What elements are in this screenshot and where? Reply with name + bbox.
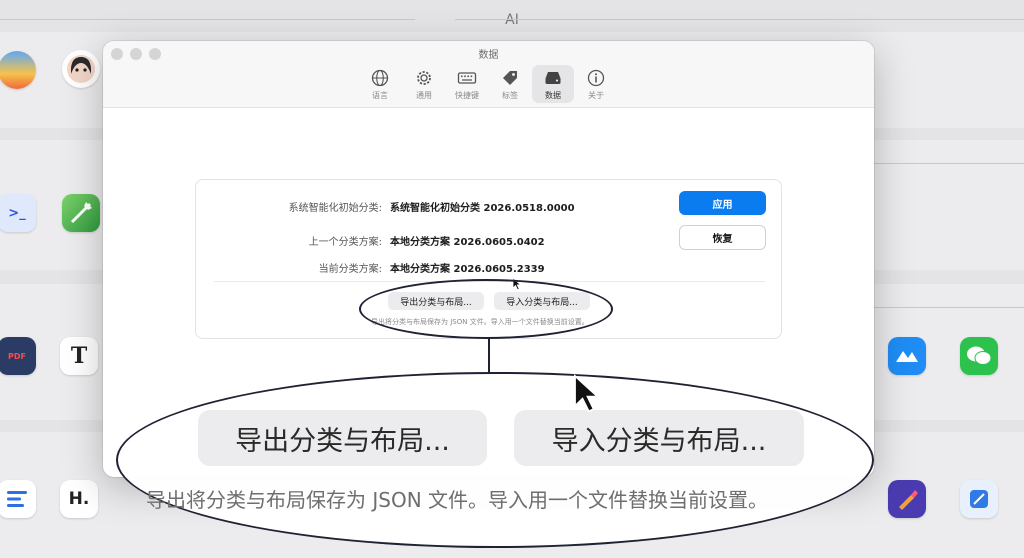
wechat-app-icon[interactable] <box>960 337 998 375</box>
info-icon <box>587 69 605 87</box>
xcode-app-icon[interactable] <box>960 480 998 518</box>
gear-icon <box>417 71 431 85</box>
title-bar: 数据 语言 通用 快捷键 标签 数据 关于 <box>103 41 874 108</box>
tab-label: 标签 <box>502 91 518 100</box>
tab-label: 数据 <box>545 91 561 100</box>
tab-label: 关于 <box>588 91 604 100</box>
tab-about[interactable]: 关于 <box>575 65 617 103</box>
avatar-app-icon[interactable] <box>62 50 100 88</box>
drive-icon <box>545 72 561 84</box>
restore-button[interactable]: 恢复 <box>679 225 766 250</box>
window-title: 数据 <box>478 50 499 61</box>
tag-icon <box>503 71 517 85</box>
callout-connector <box>488 338 490 374</box>
zoomed-mouse-pointer-icon <box>574 373 601 413</box>
tab-language[interactable]: 语言 <box>359 65 401 103</box>
h-app-icon[interactable]: H. <box>60 480 98 518</box>
initial-classification-value: 系统智能化初始分类 2026.0518.0000 <box>390 203 575 214</box>
zoomed-import-layout-button[interactable]: 导入分类与布局... <box>514 410 804 466</box>
zoomed-export-layout-button[interactable]: 导出分类与布局... <box>198 410 487 466</box>
tab-shortcuts[interactable]: 快捷键 <box>446 65 488 103</box>
section-title-ai: AI <box>505 12 519 28</box>
apply-button[interactable]: 应用 <box>679 191 766 215</box>
tab-label: 快捷键 <box>455 91 479 100</box>
tab-label: 通用 <box>416 91 432 100</box>
tab-label: 语言 <box>372 91 388 100</box>
tab-general[interactable]: 通用 <box>403 65 445 103</box>
typora-app-icon[interactable]: T <box>60 337 98 375</box>
list-app-icon[interactable] <box>0 480 36 518</box>
zoomed-export-import-hint: 导出将分类与布局保存为 JSON 文件。导入用一个文件替换当前设置。 <box>146 488 769 512</box>
settings-toolbar: 语言 通用 快捷键 标签 数据 关于 <box>103 65 874 105</box>
previous-scheme-value: 本地分类方案 2026.0605.0402 <box>390 237 545 248</box>
brush-app-icon[interactable] <box>888 480 926 518</box>
current-scheme-label: 当前分类方案: <box>318 264 382 275</box>
previous-scheme-label: 上一个分类方案: <box>308 237 382 248</box>
tab-tags[interactable]: 标签 <box>489 65 531 103</box>
row-divider <box>874 163 1024 164</box>
initial-classification-label: 系统智能化初始分类: <box>288 203 382 214</box>
terminal-app-icon[interactable]: >_ <box>0 194 36 232</box>
current-scheme-value: 本地分类方案 2026.0605.2339 <box>390 264 545 275</box>
keyboard-icon <box>457 72 477 84</box>
callout-highlight-ring <box>359 279 613 339</box>
section-divider-right <box>455 19 1024 20</box>
lark-app-icon[interactable] <box>888 337 926 375</box>
pdf-app-icon[interactable]: PDF <box>0 337 36 375</box>
tab-data[interactable]: 数据 <box>532 65 574 103</box>
globe-icon <box>371 69 389 87</box>
maps-app-icon[interactable] <box>62 194 100 232</box>
row-divider <box>874 307 1024 308</box>
